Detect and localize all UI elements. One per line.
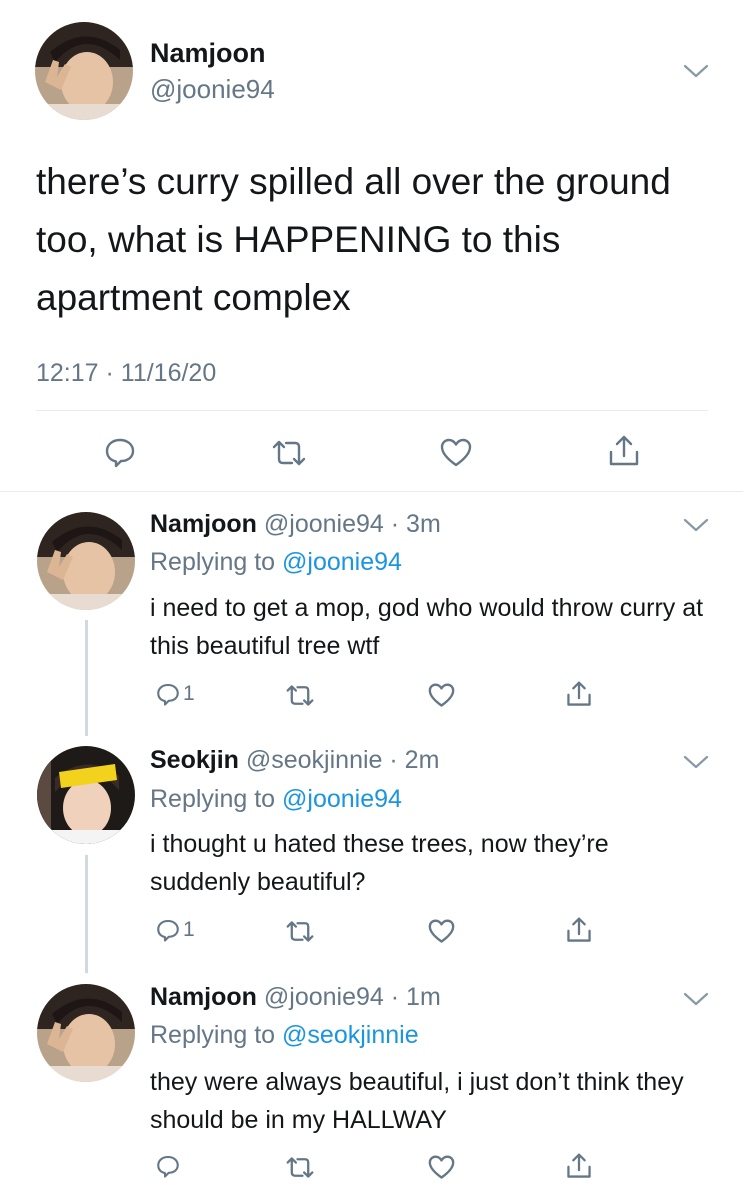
tweet-text: i thought u hated these trees, now they’… bbox=[150, 830, 609, 896]
handle[interactable]: @seokjinnie bbox=[246, 746, 383, 774]
avatar[interactable] bbox=[37, 984, 135, 1082]
tweet-text: i need to get a mop, god who would throw… bbox=[150, 594, 704, 660]
like-icon bbox=[428, 1155, 455, 1179]
share-button[interactable] bbox=[566, 680, 592, 708]
avatar[interactable] bbox=[37, 512, 135, 610]
reply-button[interactable] bbox=[156, 1154, 183, 1178]
time-ago[interactable]: · 1m bbox=[391, 983, 441, 1011]
replying-label: Replying to bbox=[150, 1021, 283, 1049]
replying-to: Replying to @joonie94 bbox=[150, 785, 402, 814]
thread-line bbox=[85, 855, 88, 973]
share-icon bbox=[567, 917, 591, 942]
display-name[interactable]: Namjoon bbox=[150, 983, 257, 1011]
chevron-down-icon[interactable] bbox=[682, 62, 710, 80]
reply-button[interactable]: 1 bbox=[156, 918, 195, 942]
mention-link[interactable]: @joonie94 bbox=[282, 785, 402, 813]
section-divider bbox=[0, 491, 743, 492]
share-button[interactable] bbox=[566, 1152, 592, 1180]
reply-button[interactable] bbox=[104, 436, 136, 468]
chevron-down-icon[interactable] bbox=[682, 990, 710, 1008]
handle[interactable]: @joonie94 bbox=[264, 983, 384, 1011]
mention-link[interactable]: @seokjinnie bbox=[282, 1021, 419, 1049]
reply-icon bbox=[157, 919, 179, 942]
reply-count: 1 bbox=[183, 918, 195, 941]
avatar[interactable] bbox=[37, 746, 135, 844]
display-name[interactable]: Namjoon bbox=[150, 38, 266, 69]
retweet-icon bbox=[286, 921, 314, 942]
retweet-icon bbox=[272, 440, 306, 466]
chevron-down-icon[interactable] bbox=[682, 516, 710, 534]
tweet-text: they were always beautiful, i just don’t… bbox=[150, 1068, 684, 1134]
reply-count: 1 bbox=[183, 682, 195, 705]
display-name[interactable]: Namjoon bbox=[150, 510, 257, 538]
mention-link[interactable]: @joonie94 bbox=[282, 548, 402, 576]
time-ago[interactable]: · 3m bbox=[391, 510, 441, 538]
retweet-button[interactable] bbox=[272, 439, 306, 467]
tweet-text: there’s curry spilled all over the groun… bbox=[36, 161, 671, 318]
like-icon bbox=[428, 683, 455, 707]
retweet-icon bbox=[286, 1157, 314, 1178]
timestamp[interactable]: 12:17 · 11/16/20 bbox=[36, 359, 216, 388]
reply-icon bbox=[105, 438, 135, 468]
like-button[interactable] bbox=[428, 919, 455, 944]
share-button[interactable] bbox=[566, 916, 592, 944]
retweet-button[interactable] bbox=[286, 920, 314, 943]
display-name[interactable]: Seokjin bbox=[150, 746, 239, 774]
reply-header: Namjoon @joonie94 · 1m bbox=[150, 983, 441, 1012]
share-icon bbox=[567, 1153, 591, 1178]
handle[interactable]: @joonie94 bbox=[264, 510, 384, 538]
divider bbox=[36, 410, 708, 411]
handle[interactable]: @joonie94 bbox=[150, 74, 275, 105]
avatar[interactable] bbox=[35, 22, 133, 120]
share-icon bbox=[567, 681, 591, 706]
chevron-down-icon[interactable] bbox=[682, 753, 710, 771]
reply-icon bbox=[157, 683, 179, 706]
like-button[interactable] bbox=[428, 683, 455, 708]
share-button[interactable] bbox=[608, 434, 640, 468]
retweet-button[interactable] bbox=[286, 1156, 314, 1179]
replying-to: Replying to @joonie94 bbox=[150, 548, 402, 577]
reply-button[interactable]: 1 bbox=[156, 682, 195, 706]
replying-label: Replying to bbox=[150, 785, 283, 813]
like-icon bbox=[428, 919, 455, 943]
like-icon bbox=[440, 438, 472, 467]
like-button[interactable] bbox=[428, 1155, 455, 1180]
like-button[interactable] bbox=[440, 438, 472, 468]
replying-to: Replying to @seokjinnie bbox=[150, 1021, 419, 1050]
time-ago[interactable]: · 2m bbox=[389, 746, 439, 774]
reply-header: Namjoon @joonie94 · 3m bbox=[150, 510, 441, 539]
share-icon bbox=[609, 435, 639, 466]
reply-header: Seokjin @seokjinnie · 2m bbox=[150, 746, 439, 775]
reply-icon bbox=[157, 1155, 179, 1178]
retweet-icon bbox=[286, 685, 314, 706]
replying-label: Replying to bbox=[150, 548, 283, 576]
retweet-button[interactable] bbox=[286, 684, 314, 707]
thread-line bbox=[85, 620, 88, 736]
